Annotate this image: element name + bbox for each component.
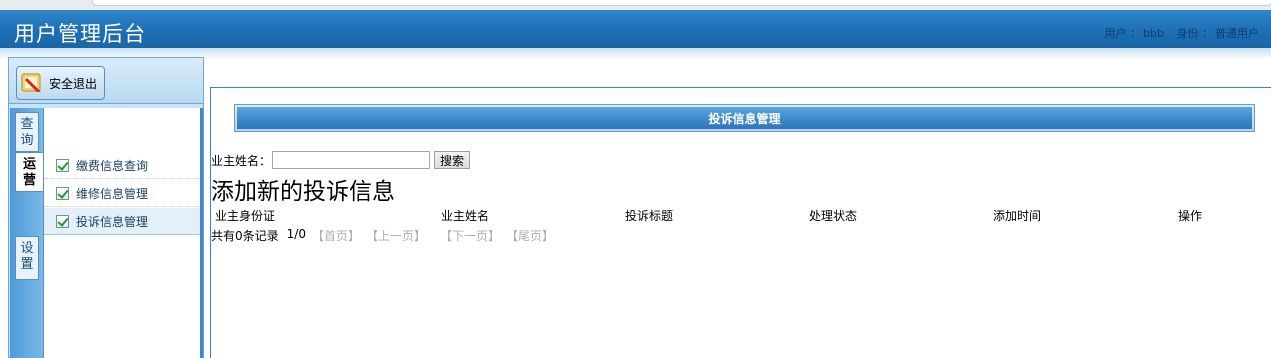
role-label: 身份 ： — [1176, 27, 1214, 40]
sidebar-item-complaint-management[interactable]: 投诉信息管理 — [44, 208, 200, 235]
pager: 共有0条记录 1/0 【首页】 【上一页】 【下一页】 【尾页】 — [211, 227, 560, 244]
tab-query-char-2: 询 — [20, 133, 34, 148]
column-header-status: 处理状态 — [809, 209, 858, 223]
column-header-actions: 操作 — [1178, 209, 1203, 223]
role-name: 普通用户 — [1215, 27, 1259, 40]
sidebar-item-payment-query[interactable]: 缴费信息查询 — [44, 152, 200, 179]
user-info: 用户 ： bbb 身份 ：普通用户 — [1103, 25, 1259, 41]
add-complaint-link[interactable]: 添加新的投诉信息 — [211, 172, 395, 206]
section-title-bar: 投诉信息管理 — [234, 104, 1255, 132]
column-header-complaint-title: 投诉标题 — [625, 209, 674, 223]
search-form: 业主姓名： 搜索 — [211, 150, 471, 170]
table-header: 业主身份证 业主姓名 投诉标题 处理状态 添加时间 操作 — [211, 207, 1271, 223]
app-title: 用户管理后台 — [14, 22, 146, 46]
logout-area: 安全退出 — [9, 58, 203, 104]
sidebar-item-repair-management[interactable]: 维修信息管理 — [44, 180, 200, 207]
left-panel: 安全退出 查 询 运 营 设 置 缴费信息查询 维修信息管理 投诉信息管理 — [8, 57, 204, 358]
sidebar-menu: 缴费信息查询 维修信息管理 投诉信息管理 — [43, 108, 203, 358]
tab-operations-char-2: 营 — [22, 173, 36, 188]
owner-name-search-input[interactable] — [272, 151, 431, 169]
tab-settings-char-1: 设 — [20, 241, 34, 256]
check-icon — [56, 214, 69, 228]
sidebar-item-label: 投诉信息管理 — [76, 214, 149, 229]
user-name: bbb — [1143, 27, 1164, 40]
search-button[interactable]: 搜索 — [434, 151, 471, 169]
first-page-link[interactable]: 【首页】 — [312, 227, 360, 244]
column-header-owner-name: 业主姓名 — [441, 209, 490, 223]
tab-operations-char-1: 运 — [22, 157, 36, 172]
last-page-link[interactable]: 【尾页】 — [506, 227, 554, 244]
prev-page-link[interactable]: 【上一页】 — [366, 227, 426, 244]
address-bar[interactable] — [92, 0, 1271, 6]
tab-query[interactable]: 查 询 — [15, 112, 39, 152]
check-icon — [56, 186, 69, 200]
tab-query-char-1: 查 — [20, 117, 34, 132]
content-top-spacer — [210, 60, 1271, 87]
tab-operations[interactable]: 运 营 — [15, 152, 43, 192]
tab-settings[interactable]: 设 置 — [15, 236, 39, 280]
sidebar-item-label: 缴费信息查询 — [76, 158, 149, 173]
check-icon — [56, 158, 69, 172]
logout-button[interactable]: 安全退出 — [16, 66, 105, 100]
search-label: 业主姓名： — [211, 153, 272, 168]
sidebar-item-label: 维修信息管理 — [76, 186, 149, 201]
next-page-link[interactable]: 【下一页】 — [440, 227, 500, 244]
page-indicator: 1/0 — [286, 227, 306, 241]
user-label: 用户 ： — [1104, 27, 1142, 40]
app-header: 用户管理后台 用户 ： bbb 身份 ：普通用户 — [0, 10, 1271, 48]
tab-settings-char-2: 置 — [20, 257, 34, 272]
record-count: 共有0条记录 — [211, 229, 279, 243]
column-header-owner-id: 业主身份证 — [215, 209, 276, 223]
logout-icon — [21, 73, 41, 93]
browser-strip — [0, 0, 1271, 10]
column-header-added-time: 添加时间 — [993, 209, 1042, 223]
logout-label: 安全退出 — [49, 76, 98, 91]
main-content: 投诉信息管理 业主姓名： 搜索 添加新的投诉信息 业主身份证 业主姓名 投诉标题… — [210, 87, 1271, 358]
section-title: 投诉信息管理 — [237, 107, 1252, 129]
sidebar-tab-column: 查 询 运 营 设 置 — [10, 108, 44, 358]
